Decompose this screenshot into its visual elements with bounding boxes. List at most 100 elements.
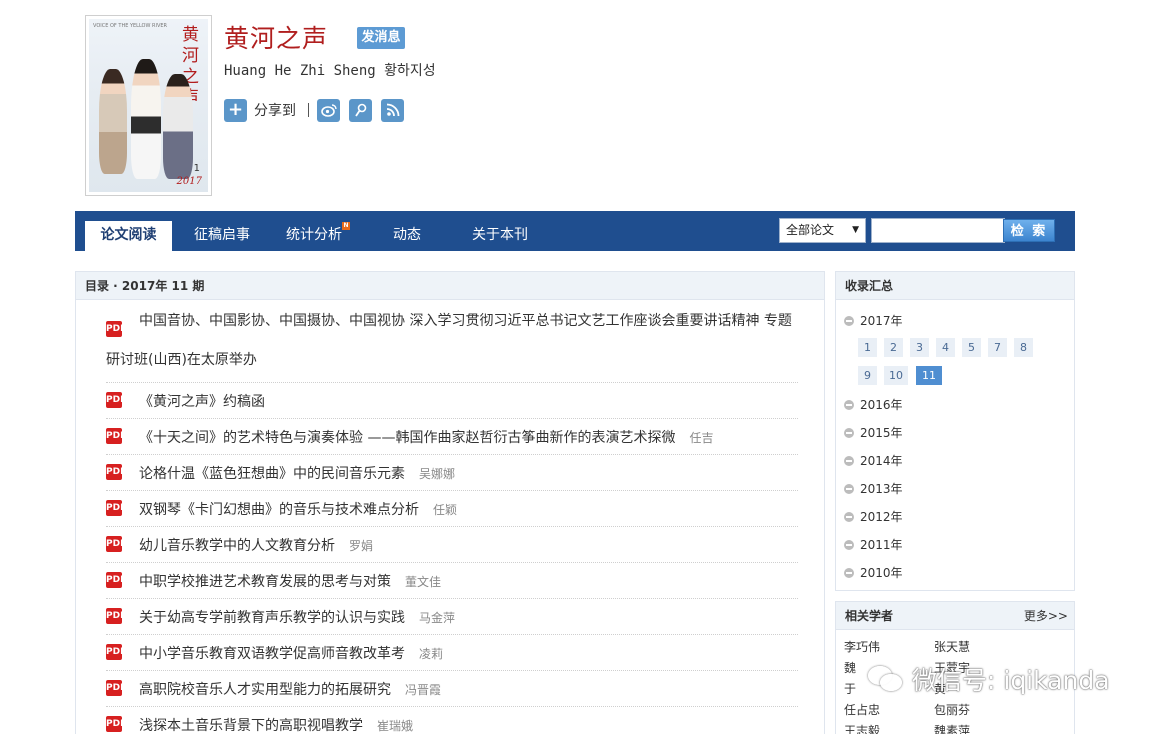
expand-icon[interactable]	[844, 455, 854, 466]
expand-icon[interactable]	[844, 427, 854, 438]
year-label[interactable]: 2011年	[860, 536, 903, 553]
pdf-icon[interactable]: PDF	[106, 572, 126, 588]
toc-item[interactable]: PDF 《黄河之声》约稿函	[106, 383, 798, 419]
year-label[interactable]: 2017年	[860, 312, 903, 329]
toc-item-title[interactable]: 高职院校音乐人才实用型能力的拓展研究 冯晋霞	[139, 679, 441, 699]
toc-item-title[interactable]: 关于幼高专学前教育声乐教学的认识与实践 马金萍	[139, 607, 455, 627]
rss-icon[interactable]	[381, 98, 404, 122]
tab-statistics[interactable]: 统计分析 N	[286, 221, 350, 251]
scholar-link[interactable]: 王志毅	[844, 722, 880, 734]
article-title[interactable]: 浅探本土音乐背景下的高职视唱教学	[139, 718, 363, 734]
issue-link[interactable]: 9	[858, 366, 877, 385]
toc-item-title[interactable]: 中小学音乐教育双语教学促高师音教改革考 凌莉	[139, 643, 443, 663]
article-author[interactable]: 任吉	[689, 431, 713, 445]
year-row[interactable]: 2012年	[844, 508, 903, 525]
year-2017[interactable]: 2017年	[844, 312, 903, 329]
article-title[interactable]: 高职院校音乐人才实用型能力的拓展研究	[139, 682, 391, 698]
expand-icon[interactable]	[844, 511, 854, 522]
scholar-link[interactable]: 张天慧	[934, 638, 970, 655]
issue-link[interactable]: 8	[1014, 338, 1033, 357]
pdf-icon[interactable]: PDF	[106, 321, 126, 337]
issue-link[interactable]: 7	[988, 338, 1007, 357]
pdf-icon[interactable]: PDF	[106, 644, 126, 660]
issue-link[interactable]: 3	[910, 338, 929, 357]
scholar-link[interactable]: 魏素萍	[934, 722, 970, 734]
issue-link-active[interactable]: 11	[916, 366, 942, 385]
toc-item-title[interactable]: 《十天之间》的艺术特色与演奏体验 ——韩国作曲家赵哲衍古筝曲新作的表演艺术探微任…	[139, 427, 713, 447]
year-label[interactable]: 2014年	[860, 452, 903, 469]
article-title[interactable]: 中小学音乐教育双语教学促高师音教改革考	[139, 646, 405, 662]
article-title[interactable]: 双钢琴《卡门幻想曲》的音乐与技术难点分析	[139, 502, 419, 518]
pdf-icon[interactable]: PDF	[106, 500, 126, 516]
expand-icon[interactable]	[844, 567, 854, 578]
toc-item-title[interactable]: 双钢琴《卡门幻想曲》的音乐与技术难点分析 任颖	[139, 499, 457, 519]
expand-icon[interactable]	[844, 483, 854, 494]
year-row[interactable]: 2010年	[844, 564, 903, 581]
search-scope-select[interactable]: 全部论文 ▼	[779, 218, 866, 243]
more-scholars-link[interactable]: 更多>>	[1024, 602, 1068, 630]
toc-item[interactable]: PDF 浅探本土音乐背景下的高职视唱教学 崔瑞娥	[106, 707, 798, 734]
year-row[interactable]: 2011年	[844, 536, 903, 553]
article-author[interactable]: 冯晋霞	[405, 683, 441, 697]
search-button[interactable]: 检 索	[1003, 219, 1055, 242]
year-label[interactable]: 2010年	[860, 564, 903, 581]
tab-paper-reading[interactable]: 论文阅读	[85, 221, 172, 251]
article-title[interactable]: 中职学校推进艺术教育发展的思考与对策	[139, 574, 391, 590]
pdf-icon[interactable]: PDF	[106, 536, 126, 552]
tab-about[interactable]: 关于本刊	[472, 221, 528, 251]
expand-icon[interactable]	[844, 399, 854, 410]
article-title[interactable]: 论格什温《蓝色狂想曲》中的民间音乐元素	[139, 466, 405, 482]
toc-item[interactable]: PDF 高职院校音乐人才实用型能力的拓展研究 冯晋霞	[106, 671, 798, 707]
article-title[interactable]: 《十天之间》的艺术特色与演奏体验 ——韩国作曲家赵哲衍古筝曲新作的表演艺术探微	[139, 430, 675, 446]
toc-item[interactable]: PDF 中小学音乐教育双语教学促高师音教改革考 凌莉	[106, 635, 798, 671]
pdf-icon[interactable]: PDF	[106, 608, 126, 624]
article-author[interactable]: 吴娜娜	[419, 467, 455, 481]
tab-call-for-papers[interactable]: 征稿启事	[194, 221, 250, 251]
scholar-link[interactable]: 李巧伟	[844, 638, 880, 655]
toc-item-title[interactable]: 中国音协、中国影协、中国摄协、中国视协 深入学习贯彻习近平总书记文艺工作座谈会重…	[139, 304, 801, 339]
toc-item-title[interactable]: 论格什温《蓝色狂想曲》中的民间音乐元素 吴娜娜	[139, 463, 455, 483]
article-author[interactable]: 崔瑞娥	[377, 719, 413, 733]
pdf-icon[interactable]: PDF	[106, 428, 126, 444]
scholar-link[interactable]: 于	[844, 680, 856, 697]
toc-item-title[interactable]: 幼儿音乐教学中的人文教育分析 罗娟	[139, 535, 373, 555]
year-label[interactable]: 2013年	[860, 480, 903, 497]
article-author[interactable]: 凌莉	[419, 647, 443, 661]
year-row[interactable]: 2013年	[844, 480, 903, 497]
collapse-icon[interactable]	[844, 315, 854, 326]
scholar-link[interactable]: 任占忠	[844, 701, 880, 718]
article-author[interactable]: 任颖	[433, 503, 457, 517]
journal-cover-image[interactable]: VOICE OF THE YELLOW RIVER 黄河之声 1 2017	[85, 15, 212, 196]
pdf-icon[interactable]: PDF	[106, 716, 126, 732]
year-row[interactable]: 2014年	[844, 452, 903, 469]
issue-link[interactable]: 10	[884, 366, 908, 385]
article-author[interactable]: 马金萍	[419, 611, 455, 625]
toc-item[interactable]: PDF 中国音协、中国影协、中国摄协、中国视协 深入学习贯彻习近平总书记文艺工作…	[106, 313, 798, 383]
toc-item[interactable]: PDF 《十天之间》的艺术特色与演奏体验 ——韩国作曲家赵哲衍古筝曲新作的表演艺…	[106, 419, 798, 455]
year-label[interactable]: 2015年	[860, 424, 903, 441]
toc-item-title-continued[interactable]: 研讨班(山西)在太原举办	[106, 349, 257, 369]
article-title[interactable]: 《黄河之声》约稿函	[139, 394, 265, 410]
toc-item-title[interactable]: 中职学校推进艺术教育发展的思考与对策 董文佳	[139, 571, 441, 591]
toc-item-title[interactable]: 浅探本土音乐背景下的高职视唱教学 崔瑞娥	[139, 715, 413, 734]
tab-news[interactable]: 动态	[393, 221, 421, 251]
year-row[interactable]: 2015年	[844, 424, 903, 441]
search-input[interactable]	[871, 218, 1005, 243]
article-title[interactable]: 幼儿音乐教学中的人文教育分析	[139, 538, 335, 554]
plus-icon[interactable]: +	[224, 98, 247, 122]
year-row[interactable]: 2016年	[844, 396, 903, 413]
article-author[interactable]: 罗娟	[349, 539, 373, 553]
pdf-icon[interactable]: PDF	[106, 392, 126, 408]
year-label[interactable]: 2016年	[860, 396, 903, 413]
toc-item[interactable]: PDF 双钢琴《卡门幻想曲》的音乐与技术难点分析 任颖	[106, 491, 798, 527]
weibo-icon[interactable]	[317, 98, 340, 122]
scholar-link[interactable]: 魏	[844, 659, 856, 676]
issue-link[interactable]: 5	[962, 338, 981, 357]
issue-link[interactable]: 4	[936, 338, 955, 357]
issue-link[interactable]: 1	[858, 338, 877, 357]
tencent-weibo-icon[interactable]	[349, 98, 372, 122]
toc-item[interactable]: PDF 论格什温《蓝色狂想曲》中的民间音乐元素 吴娜娜	[106, 455, 798, 491]
pdf-icon[interactable]: PDF	[106, 464, 126, 480]
toc-item-title[interactable]: 《黄河之声》约稿函	[139, 391, 265, 411]
pdf-icon[interactable]: PDF	[106, 680, 126, 696]
